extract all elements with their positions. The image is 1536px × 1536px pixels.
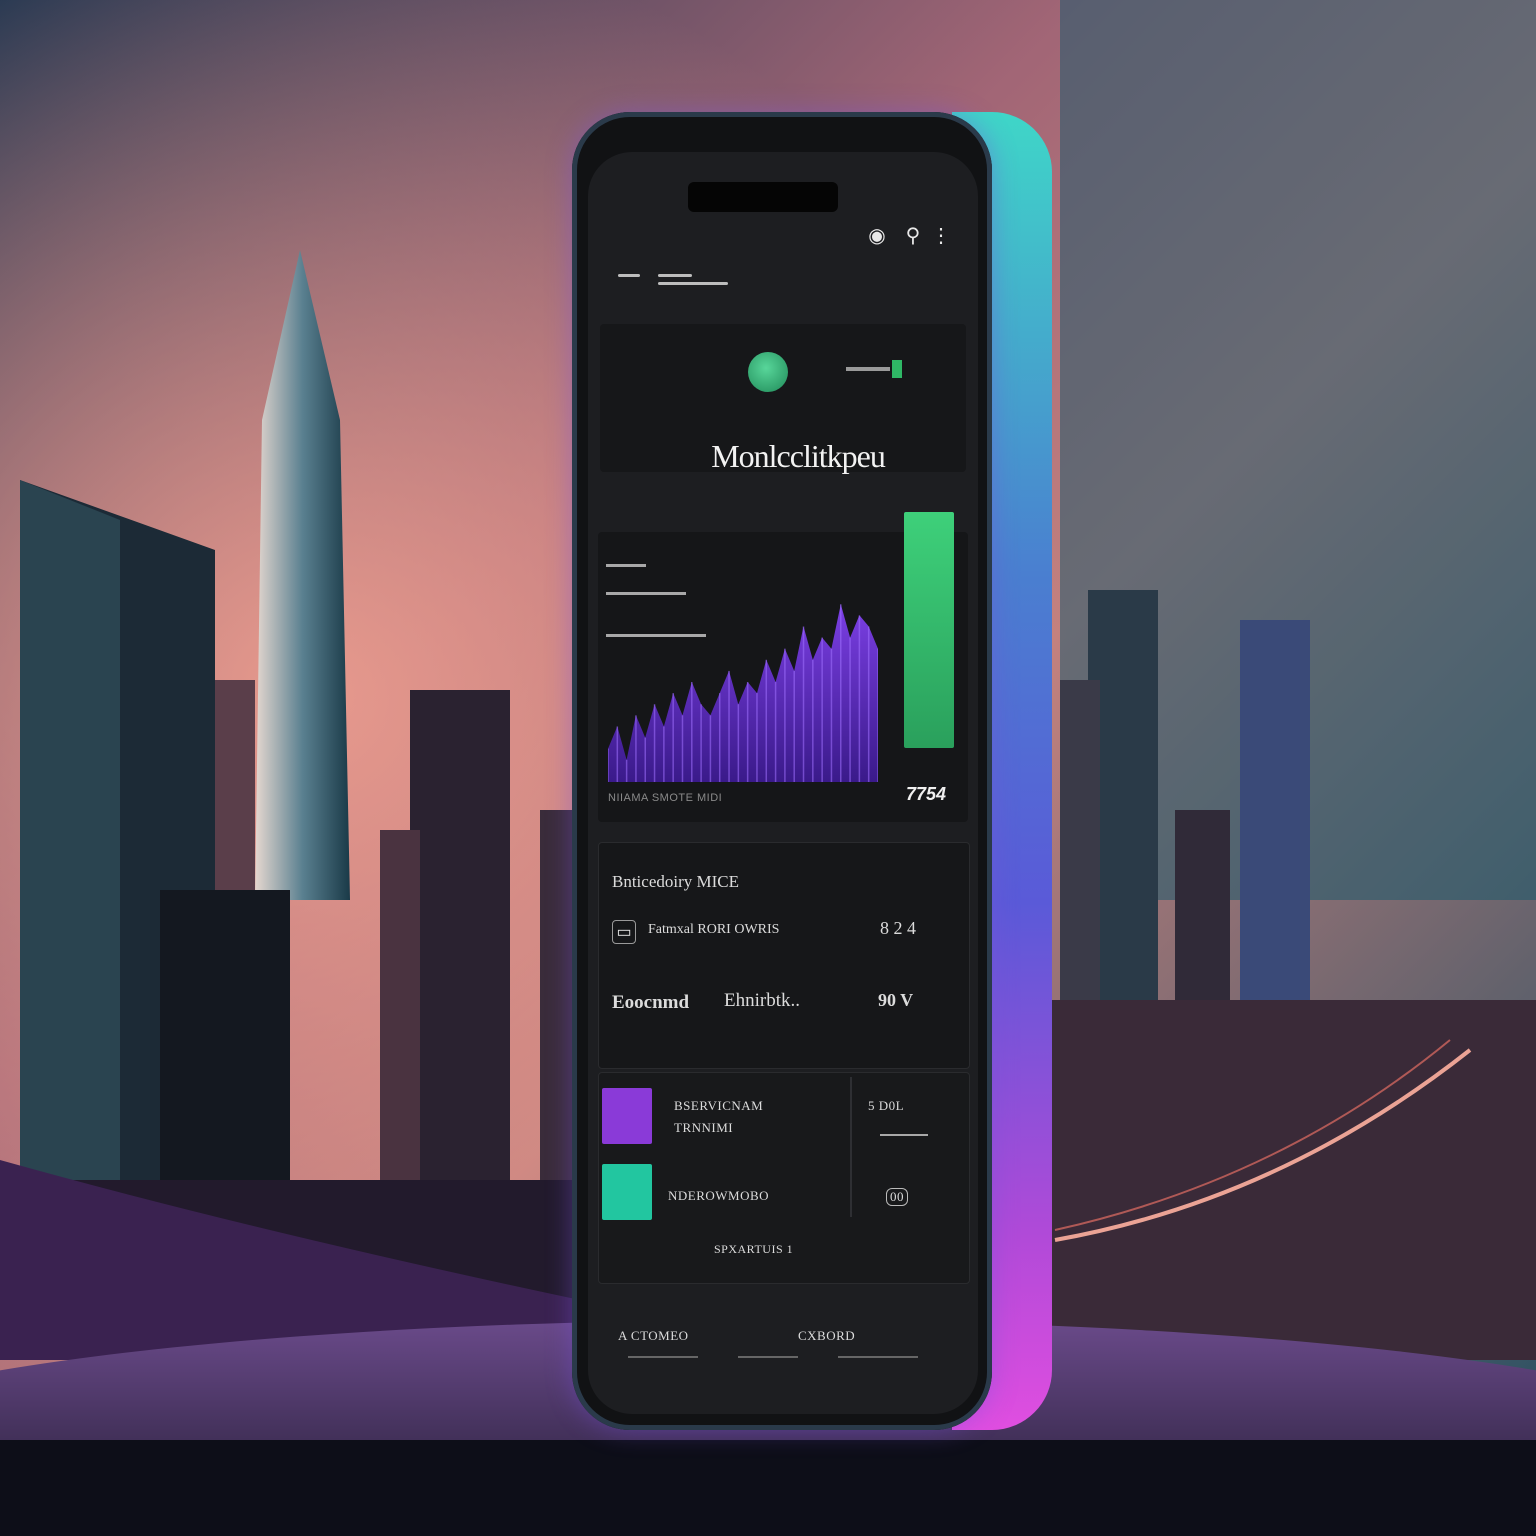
nav-underline	[738, 1356, 798, 1358]
item-caption: SPXARTUIS 1	[714, 1242, 794, 1256]
page-title: Monlcclitkpeu	[711, 438, 886, 474]
list-row-label[interactable]: Eoocnmd	[612, 992, 689, 1014]
record-icon[interactable]: ◉	[864, 222, 890, 248]
divider	[850, 1077, 852, 1217]
phone-screen: ◉ ⚲ ⋮ Monlcclitkpeu 7754 NIIAMA SMOTE MI…	[588, 152, 978, 1414]
list-row-value: 90 V	[878, 990, 914, 1010]
area-chart	[608, 604, 878, 782]
nav-item-right[interactable]: CXBORD	[798, 1328, 855, 1344]
item-label[interactable]: BSERVICNAM	[674, 1098, 763, 1114]
nav-underline	[838, 1356, 918, 1358]
status-bar-left	[618, 272, 738, 286]
area-series	[608, 604, 878, 782]
list-row-label[interactable]: Ehnirbtk..	[724, 990, 800, 1012]
item-value: 5 D0L	[868, 1098, 905, 1113]
avatar[interactable]	[748, 352, 788, 392]
camera-notch	[688, 182, 838, 212]
card-icon: ▭	[612, 920, 636, 944]
header-badge	[846, 360, 906, 378]
list-row-value: 8 2 4	[880, 918, 916, 938]
phone-body: ◉ ⚲ ⋮ Monlcclitkpeu 7754 NIIAMA SMOTE MI…	[572, 112, 992, 1430]
chart-footer-label: NIIAMA SMOTE MIDI	[608, 792, 723, 804]
chart-caption-line	[606, 564, 646, 567]
phone-mockup: ◉ ⚲ ⋮ Monlcclitkpeu 7754 NIIAMA SMOTE MI…	[572, 112, 1052, 1430]
nav-item-left[interactable]: A CTOMEO	[618, 1328, 689, 1344]
pin-icon[interactable]: ⚲	[900, 222, 926, 248]
item-value[interactable]: 00	[886, 1188, 908, 1206]
bottom-navigation: A CTOMEO CXBORD	[598, 1292, 968, 1402]
chart-footer: NIIAMA SMOTE MIDI	[608, 792, 958, 810]
item-label[interactable]: NDEROWMOBO	[668, 1188, 769, 1204]
progress-bar	[904, 512, 954, 748]
item-thumbnail[interactable]	[602, 1088, 652, 1144]
item-sublabel: TRNNIMI	[674, 1120, 734, 1135]
item-thumbnail[interactable]	[602, 1164, 652, 1220]
item-underline	[880, 1134, 928, 1136]
list-heading: Bnticedoiry MICE	[612, 872, 740, 891]
list-row-label[interactable]: Fatmxal RORI OWRIS	[648, 922, 779, 938]
options-icon[interactable]: ⋮	[928, 222, 954, 248]
nav-underline	[628, 1356, 698, 1358]
